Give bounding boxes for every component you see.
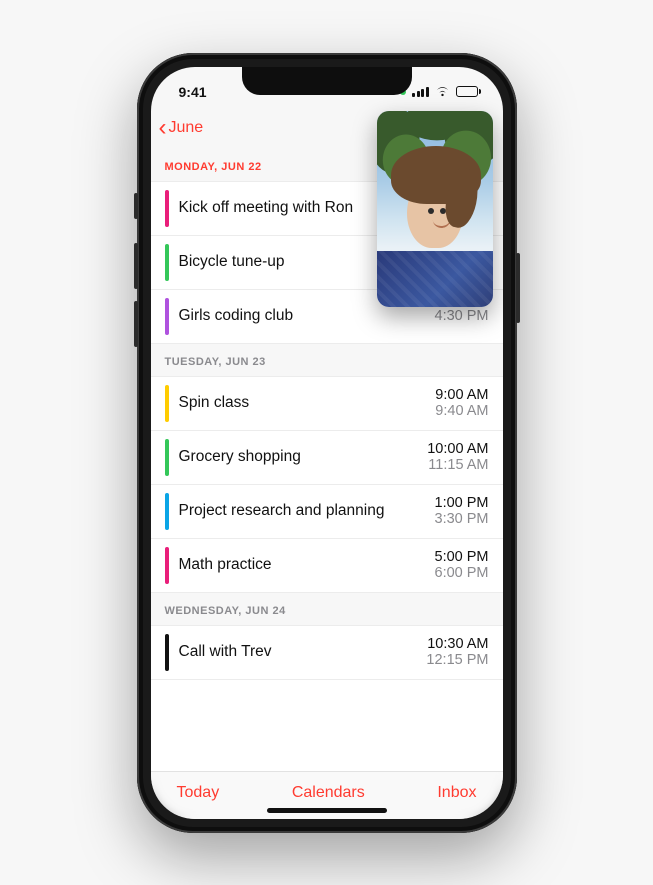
facetime-pip[interactable] bbox=[377, 111, 493, 307]
inbox-button[interactable]: Inbox bbox=[437, 784, 476, 802]
event-times: 9:00 AM9:40 AM bbox=[435, 385, 488, 422]
event-start-time: 10:00 AM bbox=[427, 441, 488, 457]
day-header: WEDNESDAY, JUN 24 bbox=[151, 593, 503, 626]
event-end-time: 6:00 PM bbox=[435, 565, 489, 581]
back-button[interactable]: ‹ June bbox=[159, 116, 204, 140]
event-end-time: 9:40 AM bbox=[435, 403, 488, 419]
today-button[interactable]: Today bbox=[177, 784, 220, 802]
event-end-time: 4:30 PM bbox=[435, 308, 489, 324]
event-title: Spin class bbox=[179, 394, 250, 412]
event-body: Project research and planning bbox=[179, 493, 435, 530]
event-row[interactable]: Grocery shopping 10:00 AM11:15 AM bbox=[151, 431, 503, 485]
screen: 9:41 ‹ June MONDAY, JUN 22Ki bbox=[151, 67, 503, 819]
cell-signal-icon bbox=[412, 86, 429, 97]
event-body: Math practice bbox=[179, 547, 435, 584]
phone-frame: 9:41 ‹ June MONDAY, JUN 22Ki bbox=[137, 53, 517, 833]
calendars-button[interactable]: Calendars bbox=[292, 784, 365, 802]
event-start-time: 5:00 PM bbox=[435, 549, 489, 565]
event-color-bar bbox=[165, 634, 169, 671]
event-title: Project research and planning bbox=[179, 502, 385, 520]
event-title: Kick off meeting with Ron bbox=[179, 199, 354, 217]
event-row[interactable]: Spin class 9:00 AM9:40 AM bbox=[151, 377, 503, 431]
event-body: Grocery shopping bbox=[179, 439, 428, 476]
event-color-bar bbox=[165, 298, 169, 335]
stage: 9:41 ‹ June MONDAY, JUN 22Ki bbox=[0, 0, 653, 885]
event-color-bar bbox=[165, 244, 169, 281]
event-start-time: 1:00 PM bbox=[435, 495, 489, 511]
wifi-icon bbox=[435, 86, 450, 97]
event-end-time: 12:15 PM bbox=[426, 652, 488, 668]
event-body: Call with Trev bbox=[179, 634, 427, 671]
event-times: 10:30 AM12:15 PM bbox=[426, 634, 488, 671]
volume-up-button[interactable] bbox=[134, 243, 138, 289]
back-label: June bbox=[169, 119, 204, 137]
event-start-time: 10:30 AM bbox=[427, 636, 488, 652]
event-body: Spin class bbox=[179, 385, 436, 422]
event-title: Call with Trev bbox=[179, 643, 272, 661]
status-right bbox=[400, 86, 481, 97]
event-title: Bicycle tune-up bbox=[179, 253, 285, 271]
event-row[interactable]: Call with Trev 10:30 AM12:15 PM bbox=[151, 626, 503, 680]
event-color-bar bbox=[165, 547, 169, 584]
event-color-bar bbox=[165, 439, 169, 476]
event-title: Girls coding club bbox=[179, 307, 294, 325]
battery-icon bbox=[456, 86, 481, 97]
event-end-time: 11:15 AM bbox=[428, 457, 488, 473]
side-button[interactable] bbox=[516, 253, 520, 323]
home-indicator[interactable] bbox=[267, 808, 387, 813]
chevron-left-icon: ‹ bbox=[159, 116, 167, 140]
event-times: 5:00 PM6:00 PM bbox=[435, 547, 489, 584]
event-color-bar bbox=[165, 493, 169, 530]
day-header: TUESDAY, JUN 23 bbox=[151, 344, 503, 377]
status-time: 9:41 bbox=[179, 84, 207, 100]
pip-clothing bbox=[377, 251, 493, 307]
event-color-bar bbox=[165, 385, 169, 422]
event-times: 10:00 AM11:15 AM bbox=[427, 439, 488, 476]
event-row[interactable]: Math practice 5:00 PM6:00 PM bbox=[151, 539, 503, 593]
event-start-time: 9:00 AM bbox=[435, 387, 488, 403]
notch bbox=[242, 67, 412, 95]
event-times: 1:00 PM3:30 PM bbox=[435, 493, 489, 530]
volume-down-button[interactable] bbox=[134, 301, 138, 347]
pip-person bbox=[407, 176, 463, 248]
event-title: Math practice bbox=[179, 556, 272, 574]
mute-switch[interactable] bbox=[134, 193, 138, 219]
event-title: Grocery shopping bbox=[179, 448, 301, 466]
event-color-bar bbox=[165, 190, 169, 227]
event-row[interactable]: Project research and planning 1:00 PM3:30… bbox=[151, 485, 503, 539]
event-end-time: 3:30 PM bbox=[435, 511, 489, 527]
